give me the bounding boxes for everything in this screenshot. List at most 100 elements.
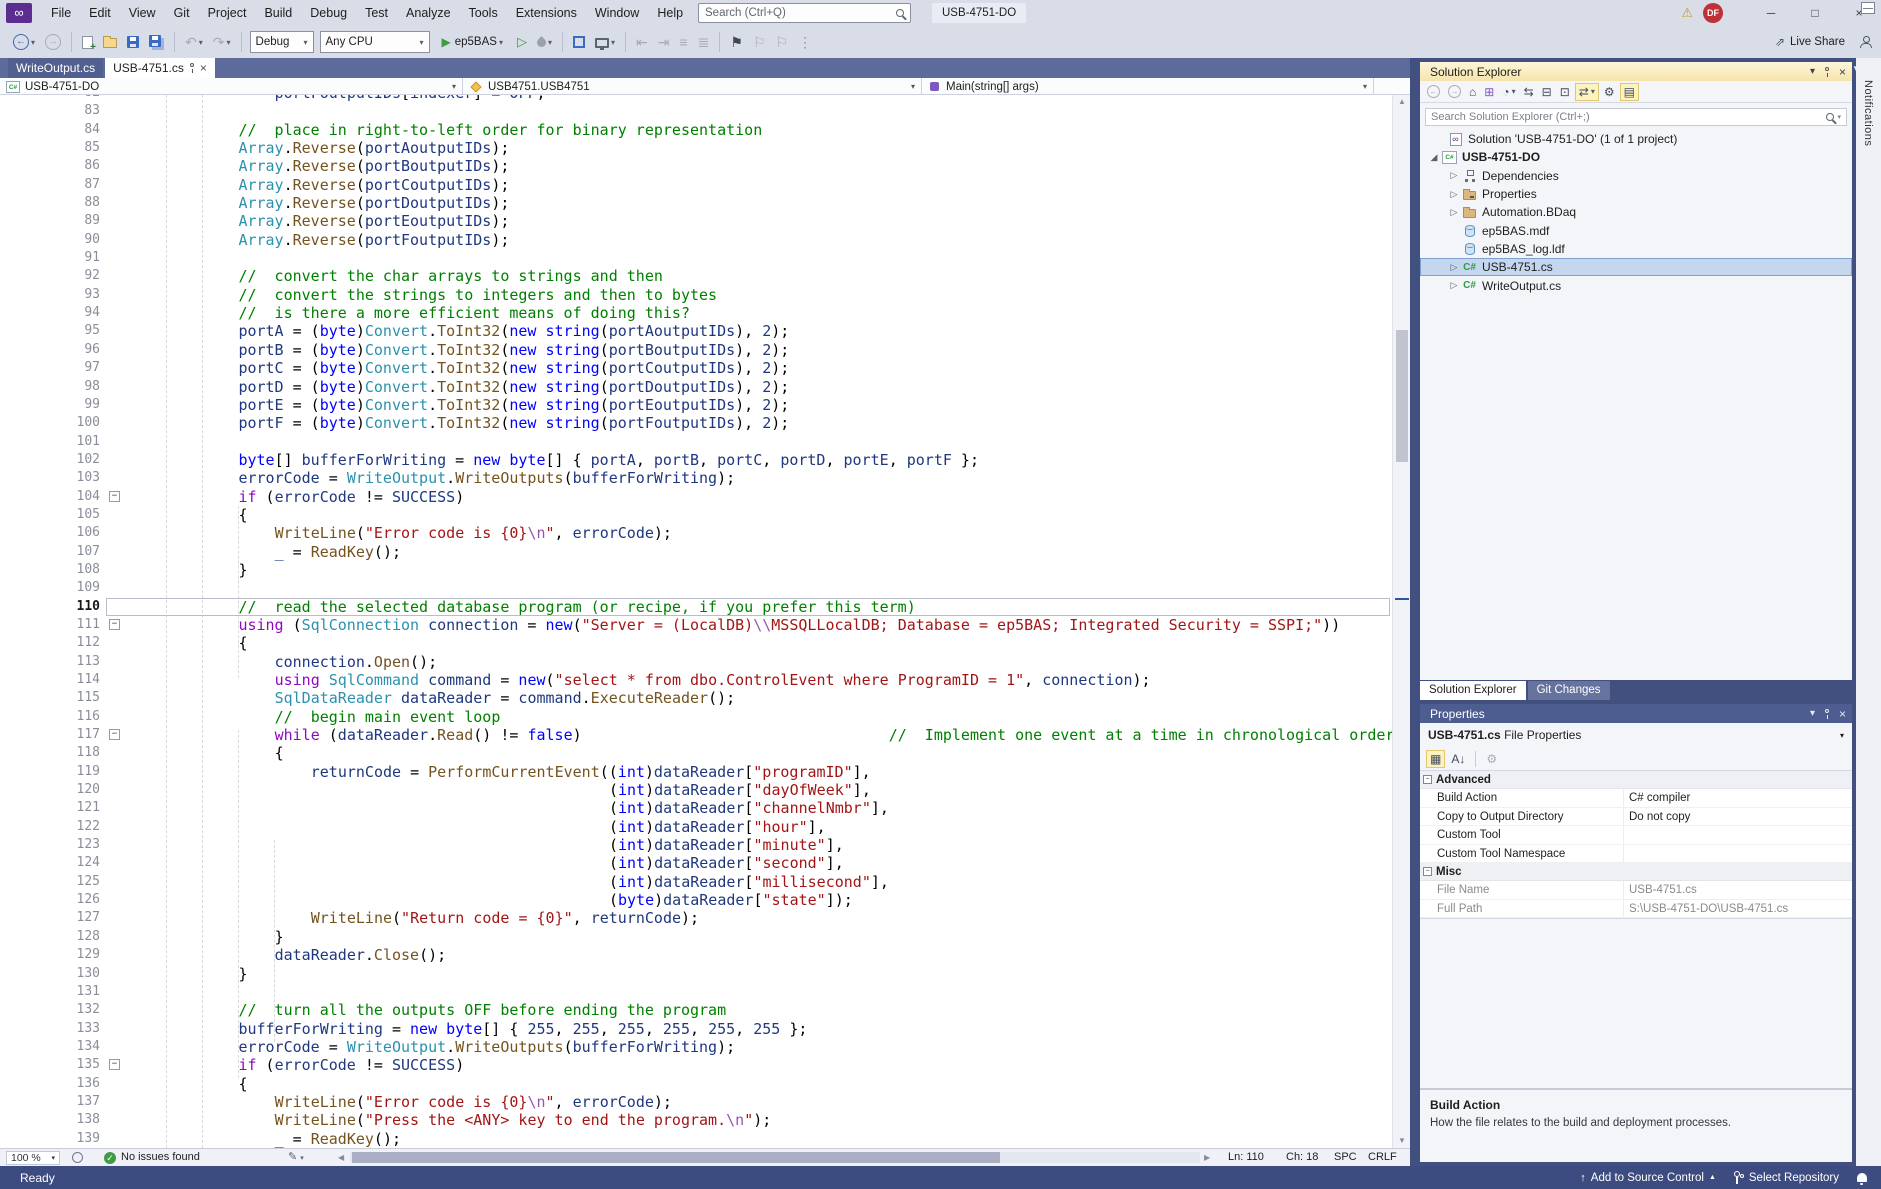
code-line-108[interactable]: 108} [0,561,1392,579]
code-line-93[interactable]: 93// convert the strings to integers and… [0,286,1392,304]
breadcrumb-section-3[interactable]: Main(string[] args)▾ [922,78,1374,95]
tree-item-usb-4751-do[interactable]: ◢USB-4751-DO [1420,148,1852,166]
tree-item-ep5bas-mdf[interactable]: ep5BAS.mdf [1420,221,1852,239]
code-line-86[interactable]: 86Array.Reverse(portBoutputIDs); [0,157,1392,175]
code-line-122[interactable]: 122(int)dataReader["hour"], [0,818,1392,836]
code-line-138[interactable]: 138WriteLine("Press the <ANY> key to end… [0,1111,1392,1129]
performance-monitor-icon[interactable]: ▾ [591,34,619,51]
se-scope-icon[interactable]: ⊡ [1557,84,1573,100]
tree-item-dependencies[interactable]: ▷Dependencies [1420,167,1852,185]
live-share-button[interactable]: ⇗ Live Share [1775,35,1845,49]
maximize-button[interactable]: □ [1793,0,1837,26]
property-category-misc[interactable]: −Misc [1420,863,1852,881]
tree-item-properties[interactable]: ▷Properties [1420,185,1852,203]
feedback-icon[interactable] [1859,36,1871,48]
code-line-94[interactable]: 94// is there a more efficient means of … [0,304,1392,322]
code-line-100[interactable]: 100portF = (byte)Convert.ToInt32(new str… [0,414,1392,432]
property-value[interactable]: S:\USB-4751-DO\USB-4751.cs [1624,900,1852,917]
notifications-tab[interactable]: Notifications [1856,58,1881,1166]
properties-header[interactable]: Properties ▾ × [1420,704,1852,723]
property-row-custom-tool[interactable]: Custom Tool [1420,826,1852,844]
scroll-right-icon[interactable]: ▶ [1204,1153,1210,1162]
code-line-139[interactable]: 139_ = ReadKey(); [0,1130,1392,1148]
start-debug-button[interactable]: ▶ep5BAS▾ [437,33,508,51]
nav-forward-icon[interactable]: → [41,31,65,53]
code-line-98[interactable]: 98portD = (byte)Convert.ToInt32(new stri… [0,378,1392,396]
code-line-114[interactable]: 114using SqlCommand command = new("selec… [0,671,1392,689]
zoom-level-dropdown[interactable]: 100 %▾ [6,1151,60,1165]
tool-tab-git-changes[interactable]: Git Changes [1528,681,1610,700]
property-value[interactable] [1624,845,1852,862]
se-sync-with-active-icon[interactable]: ⇄▾ [1575,83,1599,101]
close-panel-icon[interactable]: × [1839,707,1846,721]
code-line-87[interactable]: 87Array.Reverse(portCoutputIDs); [0,176,1392,194]
menu-debug[interactable]: Debug [301,0,356,26]
scroll-up-icon[interactable]: ▲ [1393,95,1410,109]
props-alphabetical-icon[interactable]: A↓ [1448,751,1468,767]
close-tab-icon[interactable]: × [200,61,207,75]
code-line-115[interactable]: 115SqlDataReader dataReader = command.Ex… [0,689,1392,707]
property-value[interactable]: USB-4751.cs [1624,881,1852,898]
code-line-123[interactable]: 123(int)dataReader["minute"], [0,836,1392,854]
split-window-button[interactable] [1861,2,1875,14]
code-line-126[interactable]: 126(byte)dataReader["state"]); [0,891,1392,909]
se-home-icon[interactable]: ⌂ [1466,84,1479,100]
nav-back-icon[interactable]: ←▾ [9,31,39,53]
code-line-107[interactable]: 107_ = ReadKey(); [0,543,1392,561]
code-line-117[interactable]: 117−while (dataReader.Read() != false) /… [0,726,1392,744]
menu-window[interactable]: Window [586,0,648,26]
se-forward-icon[interactable]: → [1445,84,1464,99]
code-line-132[interactable]: 132// turn all the outputs OFF before en… [0,1001,1392,1019]
toolbar-overflow-icon[interactable]: ⋮ [794,31,816,53]
menu-help[interactable]: Help [648,0,692,26]
save-all-icon[interactable] [145,32,168,53]
menu-view[interactable]: View [120,0,165,26]
select-repository-button[interactable]: Select Repository [1734,1171,1839,1184]
props-wrench-icon[interactable]: ⚙ [1483,751,1500,767]
menu-edit[interactable]: Edit [80,0,120,26]
menu-test[interactable]: Test [356,0,397,26]
menu-analyze[interactable]: Analyze [397,0,459,26]
next-bookmark-icon[interactable]: ⚐ [772,31,793,53]
code-line-89[interactable]: 89Array.Reverse(portEoutputIDs); [0,212,1392,230]
minimize-button[interactable]: ─ [1749,0,1793,26]
se-back-icon[interactable]: ← [1424,84,1443,99]
notifications-bell-icon[interactable] [1857,1173,1867,1182]
add-to-source-control-button[interactable]: ↑ Add to Source Control ▲ [1580,1172,1716,1184]
global-search-input[interactable]: Search (Ctrl+Q) [698,3,911,23]
scroll-left-icon[interactable]: ◀ [338,1153,344,1162]
props-categorized-icon[interactable]: ▦ [1426,750,1445,768]
indent-increase-icon[interactable]: ⇥ [654,31,674,53]
horizontal-scroll-thumb[interactable] [352,1152,1000,1163]
tree-item-solution-usb-4751-do-1-of-1-project-[interactable]: Solution 'USB-4751-DO' (1 of 1 project) [1420,130,1852,148]
code-line-96[interactable]: 96portB = (byte)Convert.ToInt32(new stri… [0,341,1392,359]
code-line-133[interactable]: 133bufferForWriting = new byte[] { 255, … [0,1020,1392,1038]
pin-panel-icon[interactable] [1825,67,1829,71]
platform-dropdown[interactable]: Any CPU▾ [320,31,430,53]
panel-dropdown-icon[interactable]: ▾ [1810,66,1815,77]
bookmark-icon[interactable]: ⚑ [726,31,747,53]
properties-object-dropdown[interactable]: USB-4751.cs File Properties ▾ [1420,723,1852,747]
menu-project[interactable]: Project [199,0,256,26]
se-switch-views-icon[interactable]: ⊞ [1481,84,1497,100]
code-line-90[interactable]: 90Array.Reverse(portFoutputIDs); [0,231,1392,249]
save-icon[interactable] [123,33,143,51]
menu-extensions[interactable]: Extensions [507,0,586,26]
code-line-102[interactable]: 102byte[] bufferForWriting = new byte[] … [0,451,1392,469]
start-without-debug-icon[interactable]: ▷ [513,31,531,53]
code-line-134[interactable]: 134errorCode = WriteOutput.WriteOutputs(… [0,1038,1392,1056]
menu-build[interactable]: Build [255,0,301,26]
code-line-135[interactable]: 135−if (errorCode != SUCCESS) [0,1056,1392,1074]
panel-dropdown-icon[interactable]: ▾ [1810,708,1815,719]
se-wrench-icon[interactable]: ⚙ [1601,84,1618,100]
scroll-down-icon[interactable]: ▼ [1393,1134,1410,1148]
issues-status-label[interactable]: No issues found [121,1151,200,1163]
document-health-icon[interactable] [72,1152,83,1163]
code-line-119[interactable]: 119returnCode = PerformCurrentEvent((int… [0,763,1392,781]
menu-tools[interactable]: Tools [460,0,507,26]
warning-icon[interactable]: ⚠ [1681,5,1693,21]
se-sync-icon[interactable]: ⇆ [1521,84,1537,100]
code-line-91[interactable]: 91 [0,249,1392,267]
code-line-118[interactable]: 118{ [0,744,1392,762]
tab-usb-4751.cs[interactable]: USB-4751.cs× [105,58,215,78]
